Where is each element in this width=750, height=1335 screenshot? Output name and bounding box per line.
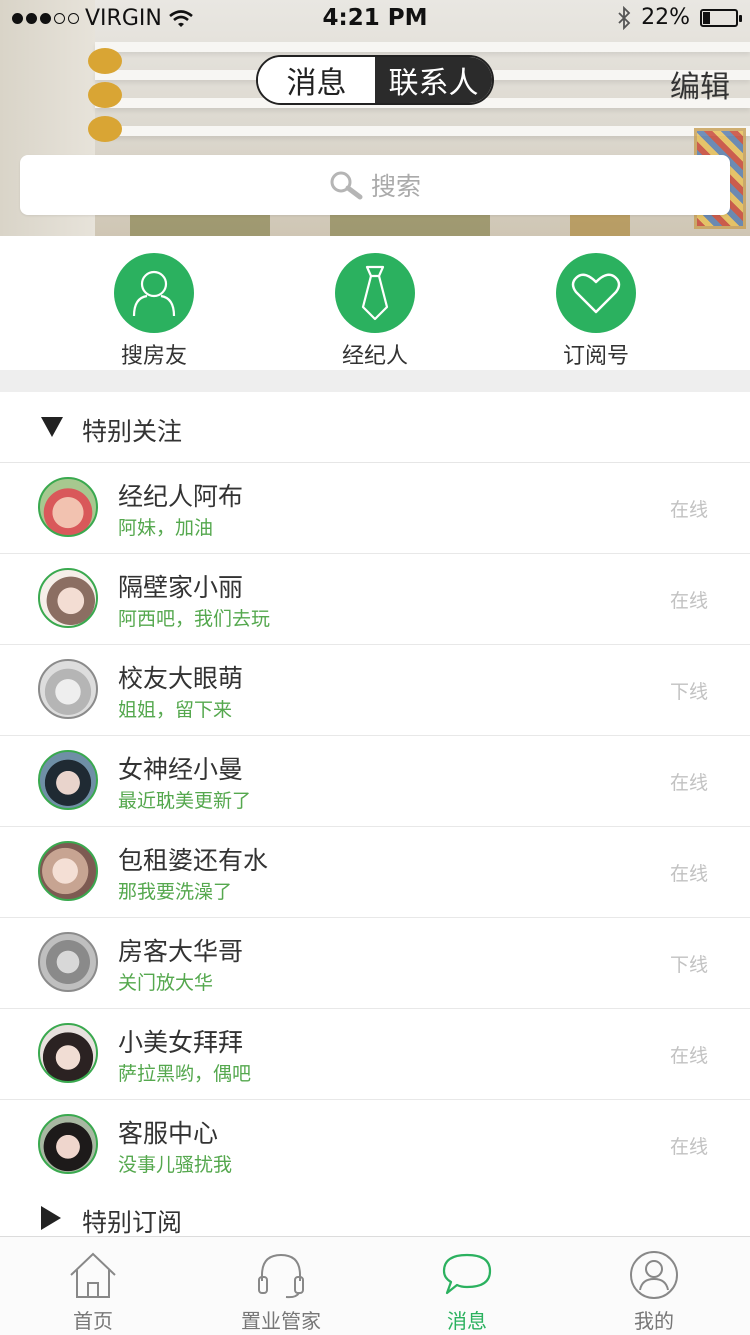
- tab-label: 置业管家: [241, 1309, 321, 1333]
- contact-name: 隔壁家小丽: [118, 573, 244, 602]
- quick-entry-agent[interactable]: 经纪人: [315, 253, 435, 370]
- contact-name: 女神经小曼: [118, 755, 244, 784]
- contact-message: 最近耽美更新了: [118, 790, 252, 812]
- tab-bar: 首页 置业管家 消息 我的: [0, 1236, 750, 1335]
- contact-row[interactable]: 经纪人阿布 阿妹，加油 在线: [0, 463, 750, 554]
- headset-icon: [221, 1249, 341, 1301]
- contact-message: 没事儿骚扰我: [118, 1154, 233, 1176]
- tab-profile[interactable]: 我的: [594, 1249, 714, 1334]
- contact-message: 萨拉黑哟，偶吧: [118, 1063, 252, 1085]
- tab-label: 消息: [447, 1309, 487, 1333]
- segment-contacts[interactable]: 联系人: [375, 57, 492, 103]
- tab-label: 我的: [634, 1309, 674, 1333]
- search-placeholder: 搜索: [370, 172, 421, 201]
- chat-bubble-icon: [407, 1249, 527, 1301]
- contact-status: 在线: [669, 1045, 708, 1067]
- status-bar: VIRGIN 4:21 PM 22%: [0, 0, 750, 38]
- home-icon: [33, 1249, 153, 1301]
- contact-status: 在线: [669, 499, 708, 521]
- avatar: [38, 841, 98, 901]
- battery-icon: [700, 8, 742, 27]
- avatar: [38, 932, 98, 992]
- contact-row[interactable]: 校友大眼萌 姐姐，留下来 下线: [0, 645, 750, 736]
- background-shelf: [130, 212, 270, 236]
- segmented-control: 消息 联系人: [256, 55, 494, 105]
- group-title: 特别关注: [82, 417, 183, 446]
- contact-status: 在线: [669, 1136, 708, 1158]
- contact-message: 关门放大华: [118, 972, 214, 994]
- background-beam: [95, 42, 750, 52]
- avatar: [38, 1114, 98, 1174]
- contact-status: 在线: [669, 590, 708, 612]
- contact-status: 在线: [669, 863, 708, 885]
- contact-status: 下线: [669, 681, 708, 703]
- tie-icon: [335, 253, 415, 333]
- avatar: [38, 1023, 98, 1083]
- quick-entry-label: 订阅号: [562, 344, 629, 369]
- contact-message: 那我要洗澡了: [118, 881, 233, 903]
- contact-name: 校友大眼萌: [118, 664, 244, 693]
- triangle-right-icon: [41, 1206, 61, 1230]
- tab-property-butler[interactable]: 置业管家: [221, 1249, 341, 1334]
- contact-row[interactable]: 包租婆还有水 那我要洗澡了 在线: [0, 827, 750, 918]
- contact-message: 姐姐，留下来: [118, 699, 233, 721]
- background-beam: [95, 126, 750, 136]
- contact-row[interactable]: 客服中心 没事儿骚扰我 在线: [0, 1100, 750, 1191]
- triangle-down-icon: [41, 417, 63, 437]
- contact-row[interactable]: 小美女拜拜 萨拉黑哟，偶吧 在线: [0, 1009, 750, 1100]
- contact-message: 阿妹，加油: [118, 517, 214, 539]
- quick-entry-label: 搜房友: [120, 344, 187, 369]
- avatar: [38, 477, 98, 537]
- heart-icon: [556, 253, 636, 333]
- contact-status: 在线: [669, 772, 708, 794]
- background-decoration: [88, 116, 122, 142]
- contact-row[interactable]: 隔壁家小丽 阿西吧，我们去玩 在线: [0, 554, 750, 645]
- avatar: [38, 750, 98, 810]
- section-divider: [0, 370, 750, 392]
- person-icon: [114, 253, 194, 333]
- tab-messages[interactable]: 消息: [407, 1249, 527, 1334]
- tab-home[interactable]: 首页: [33, 1249, 153, 1334]
- contact-name: 包租婆还有水: [118, 846, 269, 875]
- background-decoration: [88, 82, 122, 108]
- contact-row[interactable]: 女神经小曼 最近耽美更新了 在线: [0, 736, 750, 827]
- battery-percentage: 22%: [641, 5, 690, 30]
- quick-entry-label: 经纪人: [341, 344, 408, 369]
- search-icon: [330, 171, 363, 200]
- battery-level: [703, 11, 710, 24]
- avatar: [38, 568, 98, 628]
- contact-status: 下线: [669, 954, 708, 976]
- background-shelf: [330, 212, 490, 236]
- contact-name: 经纪人阿布: [118, 482, 244, 511]
- contact-name: 小美女拜拜: [118, 1028, 244, 1057]
- header-banner: VIRGIN 4:21 PM 22% 消息 联系人 编辑 搜索: [0, 0, 750, 236]
- background-decoration: [88, 48, 122, 74]
- quick-entry-find-roommate[interactable]: 搜房友: [94, 253, 214, 370]
- quick-entry-subscription[interactable]: 订阅号: [536, 253, 656, 370]
- bluetooth-icon: [618, 5, 631, 30]
- group-header-special-follow[interactable]: 特别关注: [0, 392, 750, 463]
- segment-messages[interactable]: 消息: [258, 57, 375, 103]
- quick-entry-bar: 搜房友 经纪人 订阅号: [0, 236, 750, 370]
- contact-name: 客服中心: [118, 1119, 219, 1148]
- search-bar[interactable]: 搜索: [20, 155, 730, 215]
- profile-icon: [594, 1249, 714, 1301]
- background-shelf: [570, 212, 630, 236]
- group-title: 特别订阅: [82, 1208, 183, 1237]
- contact-name: 房客大华哥: [118, 937, 244, 966]
- avatar: [38, 659, 98, 719]
- contact-row[interactable]: 房客大华哥 关门放大华 下线: [0, 918, 750, 1009]
- contact-message: 阿西吧，我们去玩: [118, 608, 271, 630]
- contact-list: 经纪人阿布 阿妹，加油 在线 隔壁家小丽 阿西吧，我们去玩 在线 校友大眼萌 姐…: [0, 463, 750, 1191]
- tab-label: 首页: [73, 1309, 113, 1333]
- edit-button[interactable]: 编辑: [670, 62, 730, 106]
